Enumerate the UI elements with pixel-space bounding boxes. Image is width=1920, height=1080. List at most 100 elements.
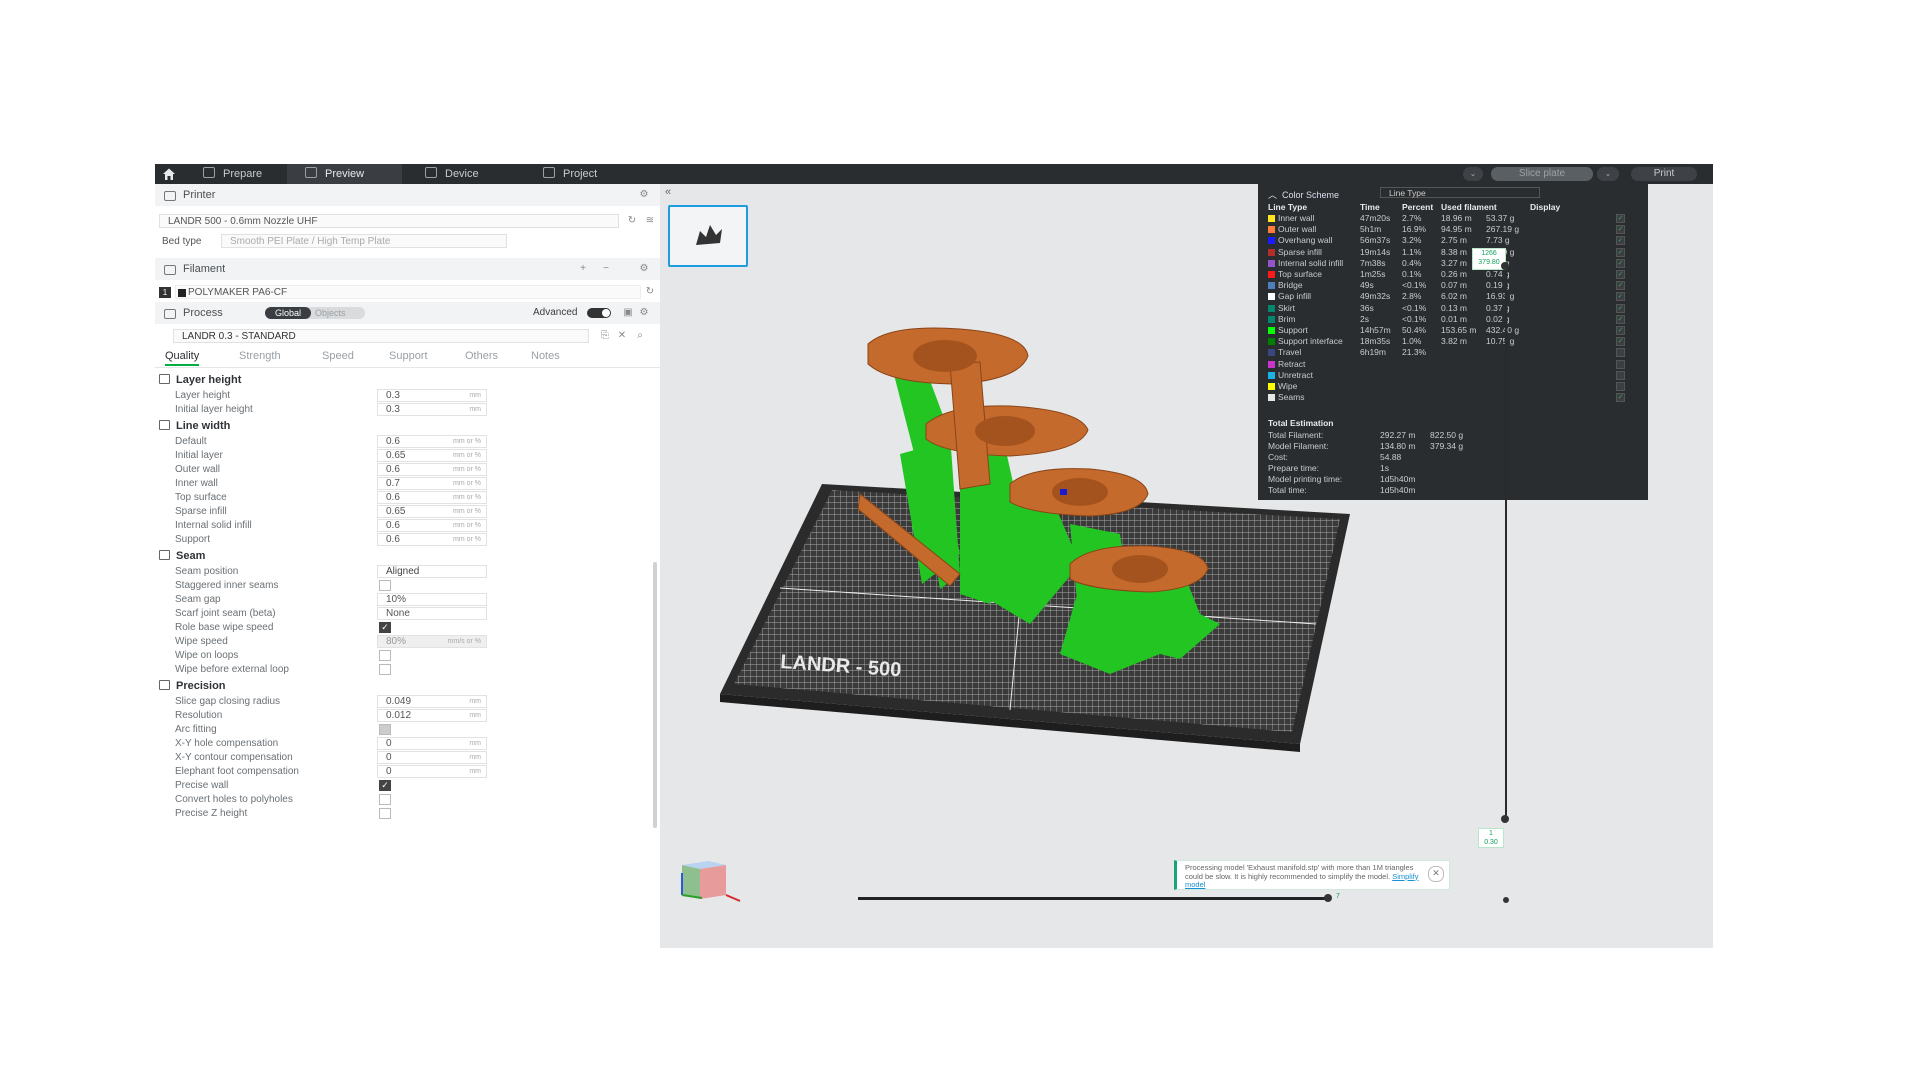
tab-quality[interactable]: Quality [165,350,200,366]
display-checkbox[interactable]: ✓ [1616,303,1625,313]
add-icon[interactable]: + [578,264,588,274]
scarf-joint-select[interactable]: None [377,607,487,620]
filament-select[interactable]: POLYMAKER PA6-CF [175,285,641,299]
elephant-foot-input[interactable]: 0 mm [377,765,487,778]
wipe-before-external-checkbox[interactable] [379,664,391,675]
layer-slider-bottom-handle[interactable] [1501,815,1509,823]
print-button[interactable]: Print [1631,167,1697,181]
line-type-swatch [1268,327,1275,334]
move-slider-track[interactable] [858,897,1328,900]
tab-project[interactable]: Project [543,164,623,184]
initial-layer-height-input[interactable]: 0.3 mm [377,403,487,416]
advanced-switch[interactable] [587,308,611,318]
display-checkbox[interactable] [1616,348,1625,358]
tab-preview[interactable]: Preview [287,164,402,184]
display-checkbox[interactable]: ✓ [1616,236,1625,246]
display-checkbox[interactable]: ✓ [1616,270,1625,279]
xy-hole-input[interactable]: 0 mm [377,737,487,750]
display-checkbox[interactable]: ✓ [1616,314,1625,324]
search-icon[interactable]: ⌕ [635,331,645,341]
settings-scrollbar[interactable] [653,562,657,828]
slice-gap-input[interactable]: 0.049 mm [377,695,487,708]
line-width-internal-solid-input[interactable]: 0.6 mm or % [377,519,487,532]
global-toggle-option[interactable]: Global [265,307,311,319]
3d-viewport[interactable]: « LANDR - 500 ︿ Color Scheme Line Type L… [660,184,1713,948]
legend-header: Line Type [1268,202,1308,212]
staggered-inner-seams-checkbox[interactable] [379,580,391,591]
arc-fitting-checkbox[interactable] [379,724,391,735]
display-checkbox[interactable] [1616,359,1625,369]
slider-settings-dot[interactable] [1503,897,1509,903]
objects-toggle-option[interactable]: Objects [315,307,346,319]
legend-cell-time: 49m32s [1360,291,1391,302]
seam-gap-input[interactable]: 10% [377,593,487,606]
line-width-default-input[interactable]: 0.6 mm or % [377,435,487,448]
tab-device[interactable]: Device [425,164,505,184]
display-checkbox[interactable]: ✓ [1616,337,1625,347]
legend-title[interactable]: ︿ Color Scheme [1268,188,1339,201]
precise-z-checkbox[interactable] [379,808,391,819]
layer-slider-bottom-label[interactable]: 1 0.30 [1478,828,1504,848]
xy-contour-input[interactable]: 0 mm [377,751,487,764]
line-width-top-surface-input[interactable]: 0.6 mm or % [377,491,487,504]
filament-sync-icon[interactable]: ↻ [645,287,655,297]
project-icon [543,167,555,178]
close-icon[interactable]: ✕ [617,331,627,341]
display-checkbox[interactable]: ✓ [1616,393,1625,403]
filament-section-header[interactable]: Filament + − ⚙ [155,258,660,280]
line-width-initial-input[interactable]: 0.65 mm or % [377,449,487,462]
tab-strength[interactable]: Strength [239,350,281,362]
display-checkbox[interactable]: ✓ [1616,247,1625,257]
resolution-input[interactable]: 0.012 mm [377,709,487,722]
display-checkbox[interactable]: ✓ [1616,225,1625,235]
view-cube[interactable] [668,851,748,906]
precise-wall-checkbox[interactable]: ✓ [379,780,391,791]
display-checkbox[interactable] [1616,370,1625,380]
tab-prepare[interactable]: Prepare [203,164,283,184]
slice-dropdown-button[interactable]: ⌄ [1463,167,1483,181]
display-checkbox[interactable]: ✓ [1616,326,1625,335]
printer-edit-icon[interactable]: ↻ [627,216,637,226]
display-checkbox[interactable] [1616,382,1625,391]
color-scheme-select[interactable]: Line Type [1380,187,1540,198]
printer-select[interactable]: LANDR 500 - 0.6mm Nozzle UHF [159,214,619,228]
line-width-sparse-infill-input[interactable]: 0.65 mm or % [377,505,487,518]
home-icon[interactable] [162,167,176,181]
totals-value: 1d5h40m [1380,485,1416,495]
gear-icon[interactable]: ⚙ [639,190,649,200]
role-base-wipe-checkbox[interactable]: ✓ [379,622,391,633]
printer-section-header[interactable]: Printer ⚙ [155,184,660,206]
display-checkbox[interactable]: ✓ [1616,258,1625,268]
process-section-header: Process Global Objects Advanced ▣ ⚙ [155,302,660,324]
slice-plate-button[interactable]: Slice plate [1491,167,1593,181]
tab-speed[interactable]: Speed [322,350,354,362]
process-profile-select[interactable]: LANDR 0.3 - STANDARD [173,329,589,343]
display-checkbox[interactable]: ✓ [1616,292,1625,302]
legend-row: Travel 6h19m 21.3% [1258,347,1648,359]
line-width-support-input[interactable]: 0.6 mm or % [377,533,487,546]
convert-holes-checkbox[interactable] [379,794,391,805]
print-dropdown-button[interactable]: ⌄ [1597,167,1619,181]
compare-icon[interactable]: ▣ [623,308,633,318]
save-icon[interactable]: ⎘ [600,331,610,341]
wipe-speed-input[interactable]: 80% mm/s or % [377,635,487,648]
process-settings-icon[interactable]: ⚙ [639,308,649,318]
wifi-icon[interactable]: ≋ [645,216,655,226]
layer-slider-top-handle[interactable] [1501,262,1509,270]
wipe-on-loops-checkbox[interactable] [379,650,391,661]
display-checkbox[interactable]: ✓ [1616,281,1625,291]
layer-slider-track[interactable] [1505,264,1507,819]
close-icon[interactable]: ✕ [1428,866,1444,882]
display-checkbox[interactable]: ✓ [1616,214,1625,223]
gear-icon[interactable]: ⚙ [639,264,649,274]
seam-position-select[interactable]: Aligned [377,565,487,578]
bed-type-select[interactable]: Smooth PEI Plate / High Temp Plate [221,234,507,248]
move-slider-handle[interactable] [1324,894,1332,902]
layer-height-input[interactable]: 0.3 mm [377,389,487,402]
remove-icon[interactable]: − [601,264,611,274]
line-width-inner-wall-input[interactable]: 0.7 mm or % [377,477,487,490]
tab-notes[interactable]: Notes [531,350,560,362]
tab-others[interactable]: Others [465,350,498,362]
line-width-outer-wall-input[interactable]: 0.6 mm or % [377,463,487,476]
tab-support[interactable]: Support [389,350,428,362]
